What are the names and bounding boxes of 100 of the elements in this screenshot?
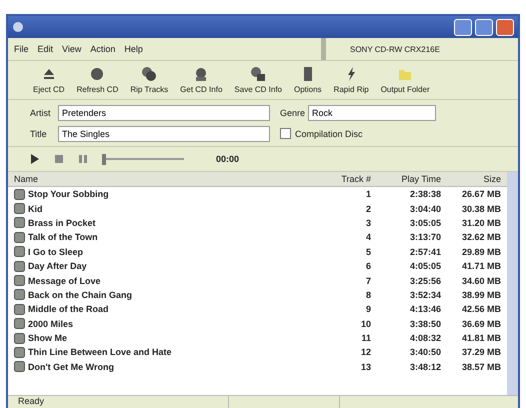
track-icon <box>14 361 25 372</box>
table-cell-text: 4:13:46 <box>408 304 441 314</box>
table-cell-text: 3:48:12 <box>408 362 441 372</box>
table-cell-text: 8 <box>364 290 371 300</box>
table-cell-text: 9 <box>364 304 371 314</box>
track-icon <box>14 318 25 330</box>
toolbar-button[interactable]: Eject CD <box>28 61 70 99</box>
minimize-button[interactable] <box>454 18 472 36</box>
table-cell-text: 12 <box>360 347 371 358</box>
track-icon <box>14 203 25 214</box>
track-icon <box>14 289 25 300</box>
toolbar-button[interactable]: Save CD Info <box>229 61 287 99</box>
menu-item[interactable]: Action <box>90 44 116 54</box>
genre-label: Genre <box>280 108 304 118</box>
track-name[interactable]: Day After Day <box>28 261 87 272</box>
compilation-checkbox[interactable] <box>280 128 291 139</box>
column-header[interactable]: Size <box>441 174 507 184</box>
table-cell-text: 29.89 MB <box>460 246 502 257</box>
track-icon <box>14 260 25 272</box>
table-cell-text: 7 <box>364 276 371 286</box>
menu-item[interactable]: View <box>62 44 82 54</box>
table-cell-text: 4 <box>364 232 371 242</box>
track-icon <box>14 346 25 358</box>
table-cell-text: 5 <box>364 246 371 257</box>
table-cell-text: 42.56 MB <box>460 304 502 314</box>
column-header[interactable]: Name <box>8 174 321 184</box>
menu-item[interactable]: Edit <box>38 44 54 54</box>
toolbar-button[interactable]: Rapid Rip <box>328 61 374 99</box>
table-cell-text: 6 <box>364 261 371 272</box>
table-cell-text: 38.99 MB <box>460 290 502 300</box>
pause-icon[interactable] <box>78 154 88 164</box>
time-display: 00:00 <box>216 154 240 164</box>
track-name[interactable]: Middle of the Road <box>28 304 108 314</box>
column-header[interactable]: Play Time <box>371 174 441 184</box>
track-icon <box>14 232 25 243</box>
status-text: Ready <box>17 396 46 408</box>
track-icon <box>14 246 25 258</box>
table-cell-text: 3:25:56 <box>408 276 441 286</box>
table-cell-text: 3:40:50 <box>408 347 441 358</box>
table-cell-text: 4:08:32 <box>408 333 441 344</box>
title-label: Title <box>30 128 48 138</box>
table-cell-text: 32.62 MB <box>460 232 502 242</box>
track-name[interactable]: 2000 Miles <box>28 318 74 329</box>
toolbar-button[interactable]: Get CD Info <box>175 61 228 99</box>
track-name[interactable]: Brass in Pocket <box>28 218 96 228</box>
toolbar-button[interactable]: Output Folder <box>376 61 435 99</box>
table-cell-text: 3:38:50 <box>408 318 441 329</box>
track-name[interactable]: Message of Love <box>28 276 101 286</box>
title-field[interactable]: The Singles <box>58 126 270 142</box>
menu-item[interactable]: Help <box>124 44 143 54</box>
table-cell-text: 1 <box>364 189 371 200</box>
table-cell-text: 36.69 MB <box>460 318 502 329</box>
track-icon <box>14 188 25 200</box>
table-cell-text: 3:52:34 <box>408 290 441 300</box>
track-name[interactable]: Thin Line Between Love and Hate <box>28 347 172 358</box>
table-cell-text: 41.81 MB <box>460 333 502 344</box>
track-name[interactable]: Don't Get Me Wrong <box>28 362 114 372</box>
track-icon <box>14 217 25 228</box>
table-cell-text: 37.29 MB <box>460 347 502 358</box>
column-header[interactable]: Track # <box>321 174 371 184</box>
toolbar-button[interactable]: Rip Tracks <box>125 61 174 99</box>
table-cell-text: 38.57 MB <box>460 362 502 372</box>
table-cell-text: 34.60 MB <box>460 276 502 286</box>
table-cell-text: 26.67 MB <box>460 189 502 200</box>
table-cell-text: 41.71 MB <box>460 261 502 272</box>
scrollbar[interactable] <box>507 172 518 395</box>
track-icon <box>14 332 25 344</box>
artist-field[interactable]: Pretenders <box>58 104 270 120</box>
close-button[interactable] <box>496 18 514 36</box>
table-cell-text: 2 <box>364 204 371 214</box>
table-cell-text: 2:57:41 <box>408 246 441 257</box>
genre-field[interactable]: Rock <box>308 104 436 120</box>
table-cell-text: 11 <box>360 333 371 344</box>
table-cell-text: 10 <box>360 318 371 329</box>
table-cell-text: 30.38 MB <box>460 204 502 214</box>
stop-icon[interactable] <box>54 154 64 164</box>
table-cell-text: 31.20 MB <box>460 218 502 228</box>
track-name[interactable]: Talk of the Town <box>28 232 98 242</box>
track-name[interactable]: Back on the Chain Gang <box>28 290 132 300</box>
track-name[interactable]: Show Me <box>28 333 68 344</box>
toolbar-button[interactable]: Refresh CD <box>72 61 124 99</box>
drive-label: SONY CD-RW CRX216E <box>321 38 518 60</box>
table-cell-text: 3:13:70 <box>408 232 441 242</box>
track-icon <box>14 304 25 315</box>
track-icon <box>14 275 25 286</box>
artist-label: Artist <box>30 108 52 118</box>
compilation-label: Compilation Disc <box>295 128 363 138</box>
menu-item[interactable]: File <box>14 44 29 54</box>
table-cell-text: 4:05:05 <box>408 261 441 272</box>
table-cell-text: 3:05:05 <box>408 218 441 228</box>
toolbar-button[interactable]: Options <box>288 61 327 99</box>
app-icon <box>12 21 24 33</box>
table-cell-text: 13 <box>360 362 371 372</box>
track-name[interactable]: Stop Your Sobbing <box>28 189 109 200</box>
table-cell-text: 2:38:38 <box>408 189 441 200</box>
track-name[interactable]: Kid <box>28 204 42 214</box>
maximize-button[interactable] <box>475 18 493 36</box>
track-name[interactable]: I Go to Sleep <box>28 246 84 257</box>
play-icon[interactable] <box>30 153 40 165</box>
table-cell-text: 3:04:40 <box>408 204 441 214</box>
